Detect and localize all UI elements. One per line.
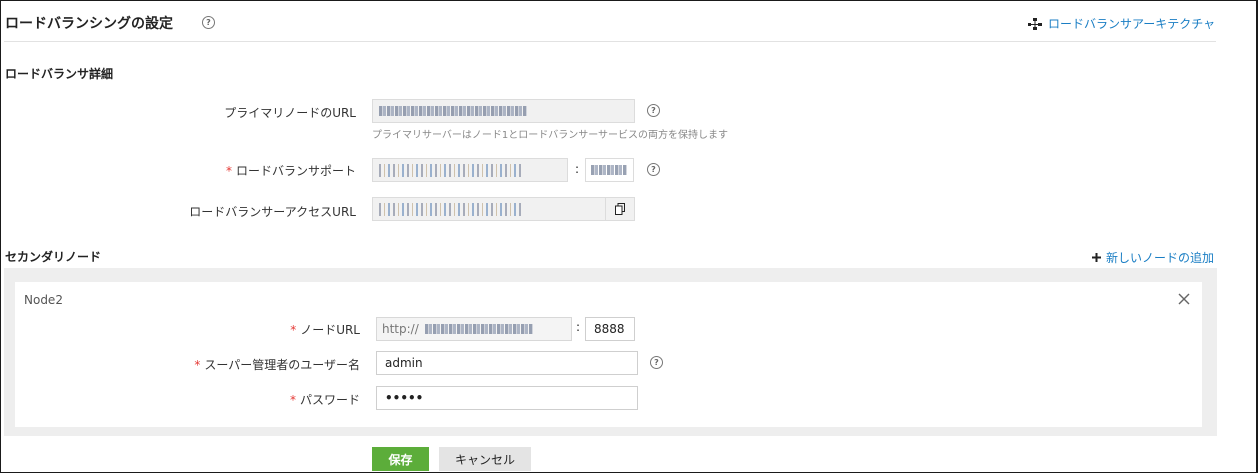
- primary-url-hint: プライマリサーバーはノード1とロードバランサーサービスの両方を保持します: [372, 130, 729, 141]
- node-url-value-redacted: [425, 324, 533, 334]
- primary-url-field: [372, 99, 635, 123]
- cancel-button[interactable]: キャンセル: [439, 447, 531, 471]
- admin-user-label: * スーパー管理者のユーザー名: [160, 356, 360, 373]
- secondary-nodes-heading: セカンダリノード: [5, 250, 102, 264]
- lb-port-field[interactable]: [585, 158, 634, 182]
- required-mark: *: [289, 393, 296, 407]
- copy-icon[interactable]: [605, 198, 634, 220]
- help-icon[interactable]: ?: [647, 104, 660, 117]
- lb-host-field: [372, 158, 568, 182]
- save-button[interactable]: 保存: [372, 447, 429, 471]
- lb-details-heading: ロードバランサ詳細: [5, 67, 114, 81]
- node-url-field[interactable]: http://: [376, 317, 572, 341]
- node-url-prefix: http://: [382, 322, 419, 336]
- admin-username-input[interactable]: [376, 351, 638, 375]
- help-icon[interactable]: ?: [202, 16, 215, 29]
- lb-port-value-redacted: [591, 165, 627, 175]
- add-node-label[interactable]: 新しいノードの追加: [1106, 249, 1214, 266]
- node-name: Node2: [24, 293, 63, 307]
- plus-icon: [1092, 253, 1101, 262]
- help-icon[interactable]: ?: [650, 356, 663, 369]
- lb-host-value-redacted: [379, 164, 523, 177]
- architecture-link-label[interactable]: ロードバランサアーキテクチャ: [1048, 15, 1215, 32]
- port-label: * ロードバランサポート: [150, 162, 356, 179]
- required-mark: *: [194, 358, 201, 372]
- primary-url-value-redacted: [379, 106, 527, 116]
- required-mark: *: [225, 164, 232, 178]
- architecture-link[interactable]: ロードバランサアーキテクチャ: [1028, 15, 1215, 32]
- password-label: * パスワード: [160, 391, 360, 408]
- header-divider: [4, 41, 1216, 42]
- access-url-label: ロードバランサーアクセスURL: [189, 205, 356, 219]
- close-icon[interactable]: [1178, 293, 1194, 309]
- node-url-label-text: ノードURL: [300, 323, 360, 337]
- node-port-separator: :: [576, 320, 581, 334]
- password-label-text: パスワード: [299, 393, 360, 407]
- page-title: ロードバランシングの設定: [5, 16, 173, 32]
- add-node-link[interactable]: 新しいノードの追加: [1092, 249, 1214, 266]
- port-separator: :: [575, 162, 580, 176]
- required-mark: *: [290, 323, 297, 337]
- network-icon: [1028, 17, 1042, 30]
- primary-url-label: プライマリノードのURL: [224, 106, 356, 120]
- access-url-value-redacted: [379, 203, 523, 216]
- port-label-text: ロードバランサポート: [235, 164, 356, 178]
- admin-user-label-text: スーパー管理者のユーザー名: [204, 358, 360, 372]
- help-icon[interactable]: ?: [647, 163, 660, 176]
- password-input[interactable]: [376, 386, 638, 410]
- access-url-field: [372, 197, 635, 221]
- node-port-input[interactable]: [585, 317, 635, 341]
- node-url-label: * ノードURL: [160, 321, 360, 338]
